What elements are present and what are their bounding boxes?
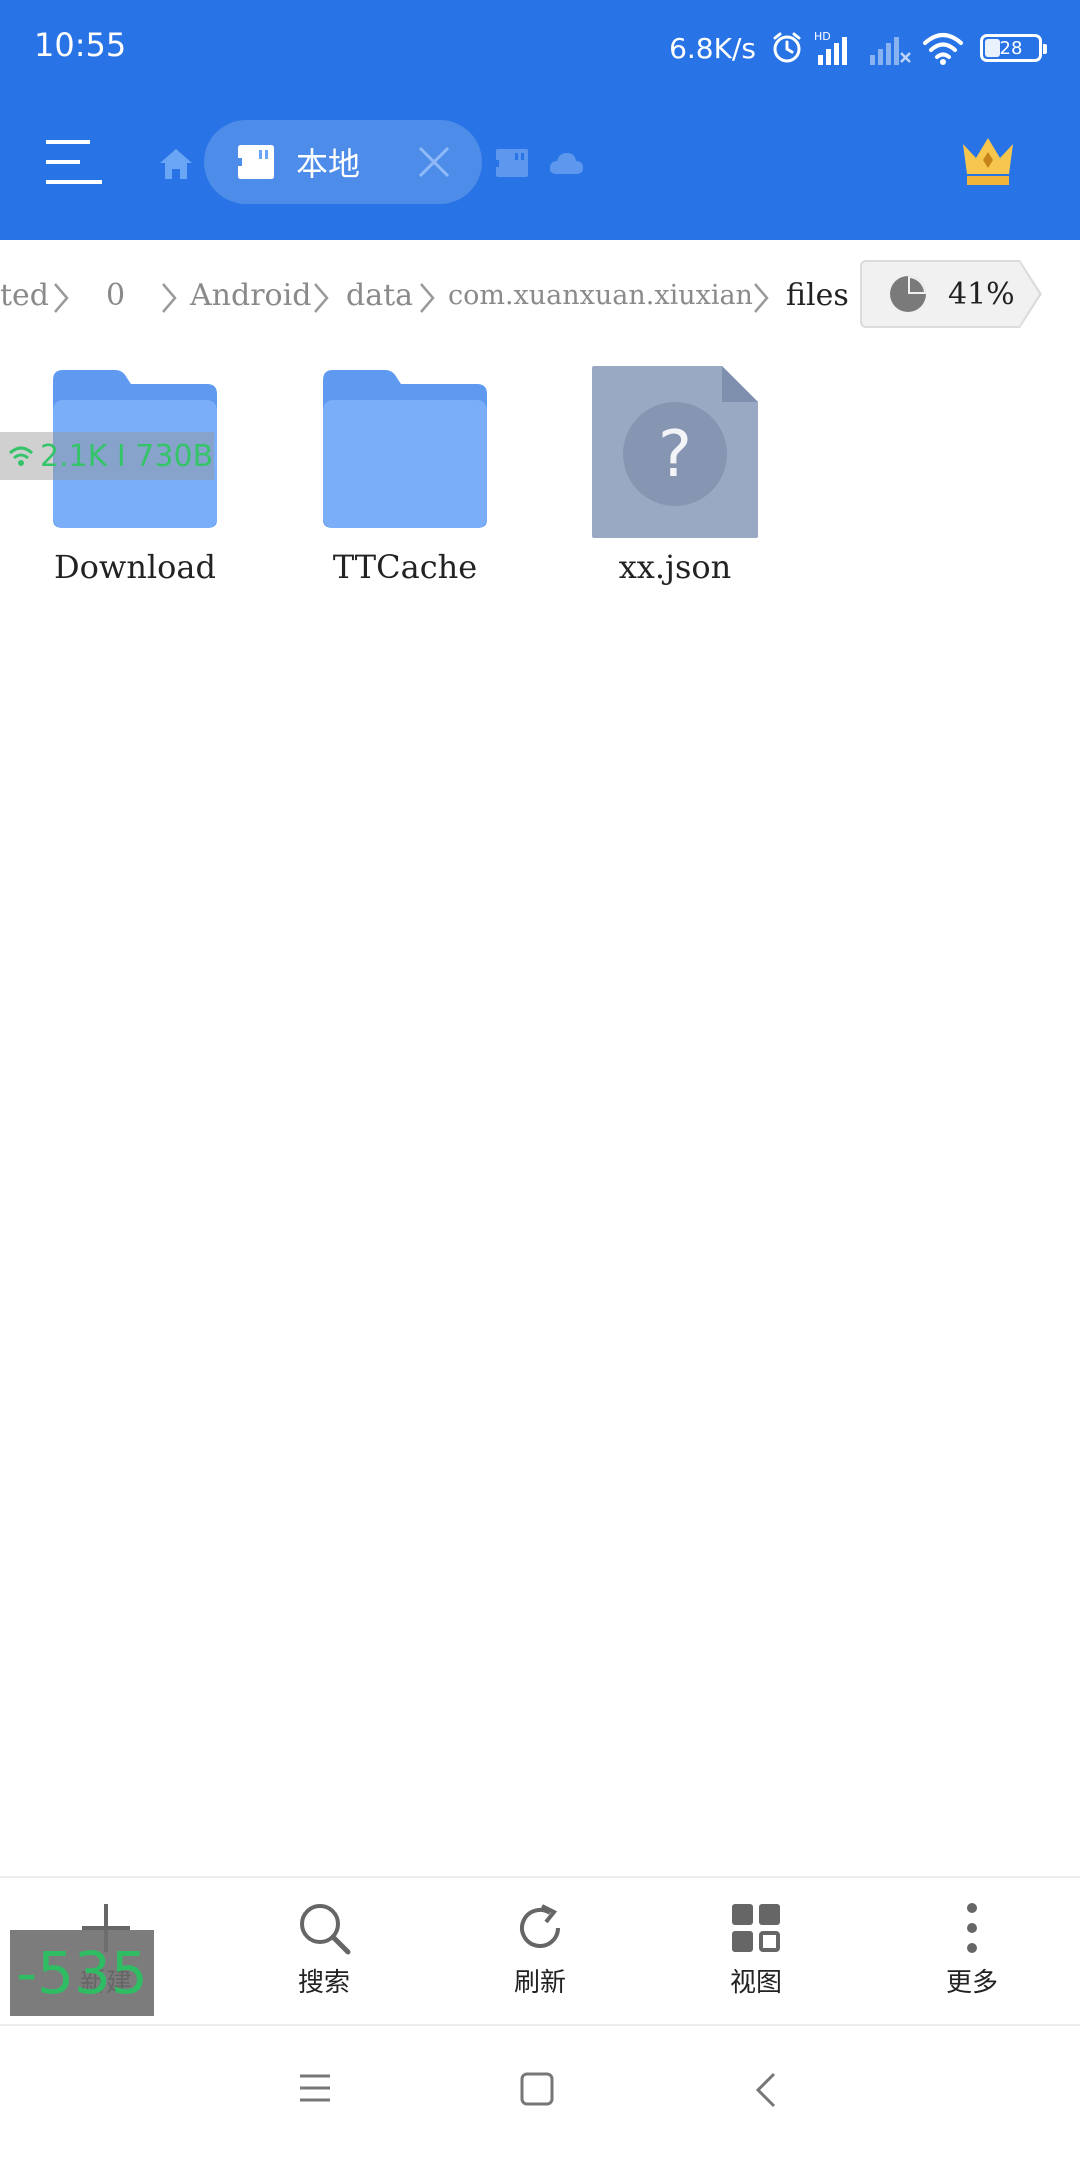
pie-chart-icon: [890, 276, 926, 312]
refresh-icon: [520, 1904, 560, 1948]
folder-icon: [323, 370, 487, 528]
file-item-xx-json[interactable]: ? xx.json: [560, 360, 790, 600]
status-bar: 10:55 6.8K/s HD 28: [0, 0, 1080, 96]
breadcrumb-item[interactable]: data: [346, 278, 413, 313]
breadcrumb: ted 0 Android data com.xuanxuan.xiuxian …: [0, 240, 1080, 350]
sd-card-icon[interactable]: [494, 148, 530, 178]
battery-level: 28: [999, 37, 1023, 59]
file-item-download[interactable]: Download: [20, 360, 250, 600]
wifi-icon: [923, 33, 963, 65]
system-nav-bar: [0, 2026, 1080, 2158]
file-grid: Download TTCache ? xx.json: [0, 360, 1080, 600]
view-button[interactable]: 视图: [666, 1900, 846, 2010]
refresh-button[interactable]: 刷新: [450, 1900, 630, 2010]
tab-label: 本地: [296, 145, 361, 183]
storage-usage-button[interactable]: 41%: [860, 260, 1042, 328]
bottom-action-bar: 新建 搜索 刷新 视图 更多: [0, 1876, 1080, 2026]
tab-local[interactable]: 本地: [204, 120, 482, 204]
cloud-icon[interactable]: [548, 150, 584, 176]
storage-percent: 41%: [948, 276, 1015, 312]
file-name: Download: [54, 548, 216, 586]
file-item-ttcache[interactable]: TTCache: [290, 360, 520, 600]
action-label: 更多: [945, 1968, 998, 1998]
more-vertical-icon: [967, 1903, 977, 1953]
hd-label: HD: [814, 30, 831, 43]
chevron-right-icon: [314, 283, 329, 313]
question-mark-glyph: ?: [658, 418, 692, 492]
search-button[interactable]: 搜索: [234, 1900, 414, 2010]
close-icon[interactable]: [416, 144, 452, 180]
status-icons: 6.8K/s HD 28: [669, 24, 1047, 72]
home-square-icon[interactable]: [520, 2072, 554, 2106]
vip-crown-icon[interactable]: [960, 136, 1016, 188]
breadcrumb-item[interactable]: 0: [106, 278, 125, 313]
fps-overlay: -535: [10, 1930, 154, 2016]
more-button[interactable]: 更多: [882, 1900, 1062, 2010]
chevron-right-icon: [54, 283, 69, 313]
net-speed: 6.8K/s: [669, 31, 756, 65]
recents-icon[interactable]: [298, 2072, 332, 2104]
signal-hd-icon: HD: [814, 30, 847, 65]
file-name: xx.json: [618, 548, 732, 586]
unknown-file-icon: ?: [592, 366, 758, 538]
file-name: TTCache: [332, 548, 478, 586]
breadcrumb-item[interactable]: ted: [0, 278, 49, 313]
toolbar: 本地: [0, 96, 1080, 240]
breadcrumb-item[interactable]: com.xuanxuan.xiuxian: [448, 280, 753, 311]
chevron-right-icon: [420, 283, 435, 313]
status-time: 10:55: [34, 26, 127, 64]
alarm-icon: [773, 32, 801, 63]
action-label: 视图: [729, 1968, 782, 1998]
back-icon[interactable]: [754, 2072, 778, 2108]
home-icon[interactable]: [158, 146, 194, 182]
breadcrumb-item[interactable]: Android: [190, 278, 311, 313]
network-speed-overlay: 2.1K I 730B: [0, 432, 214, 480]
app-header: 10:55 6.8K/s HD 28 本地: [0, 0, 1080, 240]
breadcrumb-current[interactable]: files: [786, 278, 849, 313]
wifi-icon: [8, 446, 34, 466]
action-label: 搜索: [297, 1968, 350, 1998]
battery-icon: 28: [980, 34, 1047, 62]
sd-card-icon: [238, 145, 274, 179]
chevron-right-icon: [754, 283, 769, 313]
grid-view-icon: [732, 1904, 780, 1952]
menu-icon[interactable]: [46, 138, 102, 186]
search-icon: [300, 1904, 351, 1955]
chevron-right-icon: [162, 283, 177, 313]
action-label: 刷新: [513, 1968, 566, 1998]
signal-nosim-icon: [870, 37, 911, 65]
network-speed-text: 2.1K I 730B: [40, 438, 214, 474]
